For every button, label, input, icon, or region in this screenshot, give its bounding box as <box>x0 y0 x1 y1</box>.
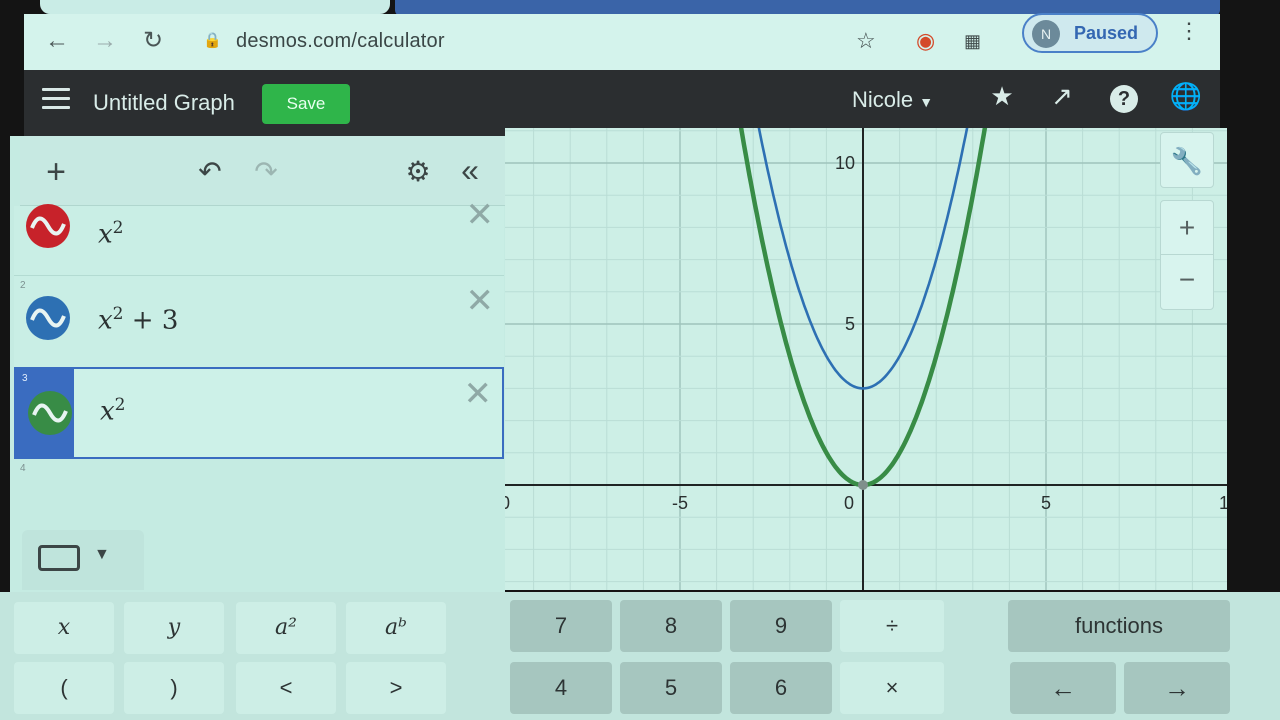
graph-canvas[interactable]: -10 -5 0 5 10 5 10 <box>505 128 1227 590</box>
add-item-icon[interactable]: + <box>38 154 74 190</box>
x-tick-label: -10 <box>505 493 510 513</box>
key-8[interactable]: 8 <box>620 600 722 652</box>
user-menu[interactable]: Nicole ▼ <box>852 87 933 113</box>
delete-expression-icon[interactable]: ✕ <box>466 284 495 318</box>
profile-status: Paused <box>1074 23 1139 43</box>
chevron-down-icon: ▼ <box>94 546 110 563</box>
key-close-paren[interactable]: ) <box>124 662 224 714</box>
help-icon[interactable]: ? <box>1106 78 1142 114</box>
graph-title[interactable]: Untitled Graph <box>93 90 235 116</box>
graph-paper[interactable]: -10 -5 0 5 10 5 10 <box>505 128 1227 590</box>
keyboard-icon <box>38 545 80 571</box>
browser-tab[interactable] <box>40 0 390 14</box>
curve-color-icon[interactable] <box>26 296 70 340</box>
extension-icon[interactable]: ◉ <box>916 26 935 56</box>
avatar: N <box>1032 20 1060 48</box>
y-tick-label: 5 <box>845 314 855 334</box>
undo-icon[interactable]: ↶ <box>192 154 228 190</box>
key-multiply[interactable]: × <box>840 662 944 714</box>
x-tick-label: -5 <box>672 493 688 513</box>
key-a-power-b[interactable]: aᵇ <box>346 602 446 654</box>
vertex-point <box>858 480 868 490</box>
graph-settings-wrench-icon[interactable]: 🔧 <box>1160 132 1214 188</box>
reload-icon[interactable]: ↻ <box>138 26 168 56</box>
functions-button[interactable]: functions <box>1008 600 1230 652</box>
expression-row[interactable]: 2 x2 + 3 ✕ <box>14 276 504 368</box>
math-keypad: x y a² aᵇ ( ) < > 7 8 9 ÷ 4 5 6 × functi… <box>0 592 1280 720</box>
key-less-than[interactable]: < <box>236 662 336 714</box>
expression-row[interactable]: x2 ✕ <box>14 198 504 276</box>
back-icon[interactable]: ← <box>42 26 72 56</box>
collapse-panel-icon[interactable]: « <box>452 152 488 188</box>
lock-icon: 🔒 <box>203 32 222 49</box>
arrow-left-key[interactable]: ← <box>1010 662 1116 714</box>
key-4[interactable]: 4 <box>510 662 612 714</box>
forward-icon[interactable]: → <box>90 26 120 56</box>
key-6[interactable]: 6 <box>730 662 832 714</box>
curve-color-icon[interactable] <box>28 391 72 435</box>
user-name: Nicole <box>852 87 914 112</box>
key-y[interactable]: y <box>124 602 224 654</box>
delete-expression-icon[interactable]: ✕ <box>464 377 493 411</box>
zoom-controls: + − <box>1160 200 1214 310</box>
profile-button[interactable]: N Paused <box>1022 13 1158 53</box>
settings-gear-icon[interactable]: ⚙ <box>400 154 436 190</box>
key-a-squared[interactable]: a² <box>236 602 336 654</box>
zoom-out-icon[interactable]: − <box>1161 255 1213 309</box>
x-tick-label: 5 <box>1041 493 1051 513</box>
zoom-in-icon[interactable]: + <box>1161 201 1213 255</box>
expression-index: 4 <box>20 463 26 474</box>
expression-input[interactable]: x2 <box>100 395 126 427</box>
chevron-down-icon: ▼ <box>919 94 934 110</box>
star-icon[interactable]: ☆ <box>856 26 876 56</box>
language-globe-icon[interactable]: 🌐 <box>1168 78 1204 114</box>
expression-row-selected[interactable]: 3 x2 ✕ <box>14 367 504 459</box>
expression-index: 3 <box>22 373 28 384</box>
hamburger-menu-icon[interactable] <box>42 88 70 112</box>
save-button[interactable]: Save <box>262 84 350 124</box>
key-7[interactable]: 7 <box>510 600 612 652</box>
extensions-grid-icon[interactable]: ▦ <box>964 26 981 56</box>
redo-icon[interactable]: ↷ <box>248 154 284 190</box>
expression-toolbar: + ↶ ↷ ⚙ « <box>20 136 505 206</box>
key-9[interactable]: 9 <box>730 600 832 652</box>
expression-input[interactable]: x2 + 3 <box>98 304 178 336</box>
url-text[interactable]: desmos.com/calculator <box>236 30 445 53</box>
arrow-right-key[interactable]: → <box>1124 662 1230 714</box>
share-icon[interactable]: ↗ <box>1044 78 1080 114</box>
trophy-icon[interactable]: ★ <box>984 78 1020 114</box>
key-divide[interactable]: ÷ <box>840 600 944 652</box>
key-5[interactable]: 5 <box>620 662 722 714</box>
keyboard-toggle[interactable]: ▼ <box>22 530 144 590</box>
x-tick-label: 0 <box>844 493 854 513</box>
y-tick-label: 10 <box>835 153 855 173</box>
more-menu-icon[interactable]: ⋮ <box>1178 18 1200 44</box>
curve-color-icon[interactable] <box>26 204 70 248</box>
expression-row-empty[interactable]: 4 <box>14 459 504 529</box>
key-x[interactable]: x <box>14 602 114 654</box>
key-open-paren[interactable]: ( <box>14 662 114 714</box>
delete-expression-icon[interactable]: ✕ <box>466 198 495 232</box>
expression-input[interactable]: x2 <box>98 218 124 250</box>
key-greater-than[interactable]: > <box>346 662 446 714</box>
expression-index: 2 <box>20 280 26 291</box>
x-tick-label: 10 <box>1219 493 1227 513</box>
